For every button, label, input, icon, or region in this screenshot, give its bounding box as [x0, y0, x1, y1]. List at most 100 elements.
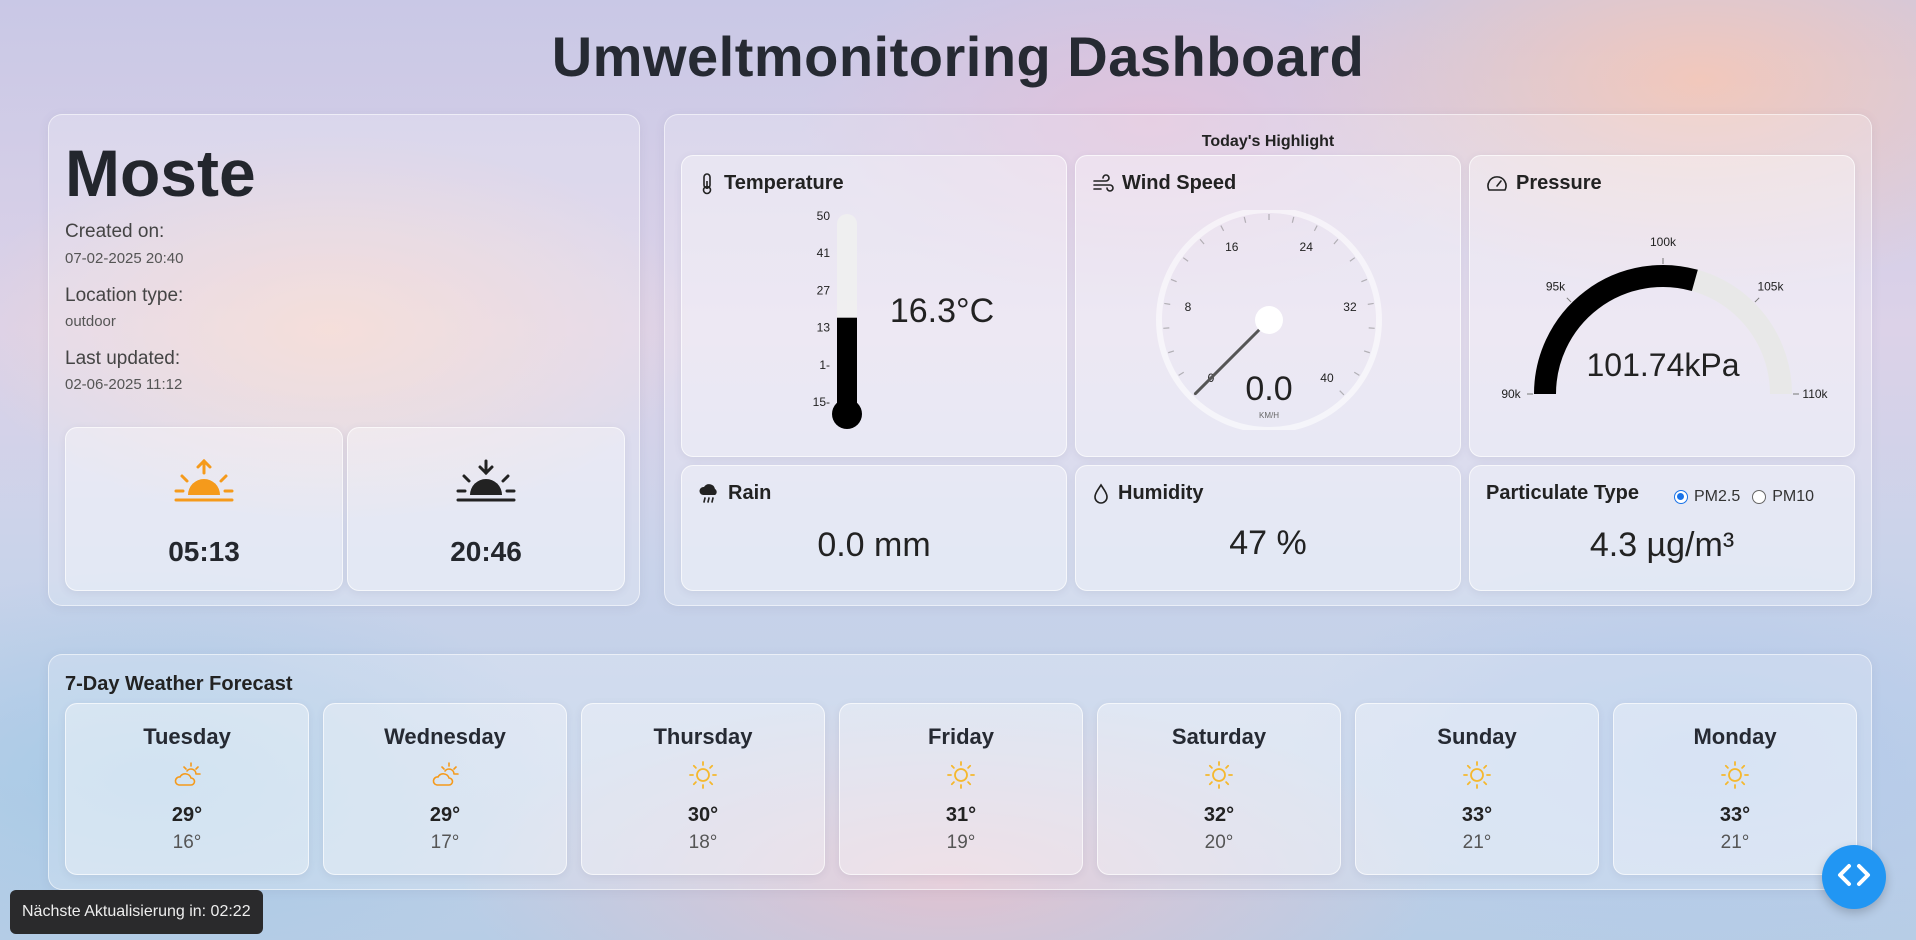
pressure-gauge: 90k 95k 100k 105k 110k 101.74kPa	[1501, 235, 1828, 401]
temperature-value: 16.3°C	[889, 292, 995, 330]
rain-value: 0.0 mm	[817, 526, 931, 564]
wind-dial-label: 32	[1343, 300, 1357, 314]
forecast-day-card: Thursday 30° 18°	[581, 703, 825, 875]
sun-icon	[946, 760, 976, 795]
wind-dial-label: 40	[1320, 371, 1334, 385]
wind-dial-tick	[1164, 302, 1171, 305]
pm25-radio[interactable]	[1674, 490, 1688, 504]
forecast-day-card: Wednesday 29° 17°	[323, 703, 567, 875]
location-type-label: Location type:	[65, 285, 184, 306]
wind-dial-tick	[1243, 216, 1247, 223]
pressure-tick	[1566, 297, 1572, 303]
forecast-low: 21°	[1720, 832, 1750, 853]
code-toggle-button[interactable]	[1822, 845, 1886, 909]
wind-unit: KM/H	[1259, 411, 1279, 420]
wind-speed-dial: 0816243240 0.0 KM/H	[1156, 210, 1382, 430]
humidity-card: Humidity 47 %	[1075, 465, 1461, 591]
wind-dial-tick	[1363, 350, 1370, 354]
wind-dial-tick	[1367, 302, 1374, 305]
sunset-icon	[456, 458, 516, 509]
location-name: Moste	[65, 136, 256, 210]
pm25-label[interactable]: PM2.5	[1694, 488, 1740, 506]
sun-icon	[1204, 760, 1234, 795]
wind-label: Wind Speed	[1122, 172, 1237, 194]
pressure-tick	[1754, 297, 1760, 303]
sun-icon	[688, 760, 718, 795]
forecast-low: 17°	[430, 832, 460, 853]
sunset-card: 20:46	[347, 427, 625, 591]
thermometer-scale-label: 41	[817, 246, 831, 260]
wind-dial-tick	[1220, 225, 1225, 232]
pressure-card: Pressure 90k 95k 100k 105k 110k 101.74kPa	[1469, 155, 1855, 457]
refresh-countdown: Nächste Aktualisierung in: 02:22	[10, 890, 263, 934]
thermometer-scale-label: 50	[817, 209, 831, 223]
location-type-value: outdoor	[65, 313, 116, 330]
wind-dial-tick	[1182, 257, 1189, 262]
partly-cloudy-icon	[430, 760, 460, 795]
code-icon	[1836, 862, 1872, 893]
forecast-day-card: Sunday 33° 21°	[1355, 703, 1599, 875]
forecast-high: 30°	[687, 804, 719, 826]
wind-dial-tick	[1291, 216, 1295, 223]
pressure-tick-label: 95k	[1546, 280, 1566, 294]
partly-cloudy-icon	[172, 760, 202, 795]
location-panel: Moste Created on: 07-02-2025 20:40 Locat…	[48, 114, 640, 606]
humidity-label: Humidity	[1118, 482, 1204, 504]
created-label: Created on:	[65, 221, 165, 242]
particulate-label: Particulate Type	[1486, 482, 1640, 504]
thermometer-icon	[698, 172, 716, 195]
forecast-day-card: Monday 33° 21°	[1613, 703, 1857, 875]
highlight-title: Today's Highlight	[1201, 133, 1335, 150]
wind-dial-label: 8	[1185, 300, 1192, 314]
sunset-time: 20:46	[450, 536, 522, 567]
forecast-high: 32°	[1203, 804, 1235, 826]
humidity-value: 47 %	[1229, 524, 1307, 562]
particulate-value: 4.3 µg/m³	[1589, 526, 1735, 564]
rain-cloud-icon	[698, 483, 720, 505]
forecast-high: 33°	[1461, 804, 1493, 826]
forecast-day-name: Friday	[927, 724, 995, 749]
forecast-panel: 7-Day Weather Forecast Tuesday 29° 16° Wedn…	[48, 654, 1872, 890]
forecast-high: 29°	[429, 804, 461, 826]
thermometer-scale-label: 27	[817, 283, 831, 297]
pressure-label: Pressure	[1516, 172, 1602, 194]
wind-dial-label: 16	[1225, 240, 1239, 254]
thermometer-scale-label: 1-	[819, 358, 830, 372]
wind-dial-tick	[1168, 350, 1175, 354]
forecast-day-name: Monday	[1693, 724, 1777, 749]
forecast-low: 18°	[688, 832, 718, 853]
wind-dial-tick	[1339, 390, 1345, 396]
particulate-type-selector: PM2.5 PM10	[1674, 488, 1814, 506]
last-updated-value: 02-06-2025 11:12	[65, 376, 183, 393]
pm10-radio[interactable]	[1752, 490, 1767, 504]
wind-icon	[1092, 173, 1114, 194]
wind-card: Wind Speed 0816243240 0.0 KM/H	[1075, 155, 1461, 457]
thermometer-scale-label: 15-	[813, 395, 830, 409]
wind-dial-tick	[1361, 278, 1368, 283]
thermometer-scale-label: 13	[817, 321, 831, 335]
pm10-label[interactable]: PM10	[1772, 488, 1814, 506]
temperature-label: Temperature	[724, 172, 844, 194]
forecast-day-name: Tuesday	[143, 724, 231, 749]
wind-dial-tick	[1313, 225, 1318, 232]
forecast-day-name: Sunday	[1437, 724, 1517, 749]
forecast-low: 16°	[172, 832, 202, 853]
pressure-tick-label: 100k	[1650, 235, 1677, 249]
pressure-tick-label: 110k	[1802, 387, 1828, 401]
sunrise-card: 05:13	[65, 427, 343, 591]
forecast-day-name: Thursday	[653, 724, 753, 749]
sunrise-time: 05:13	[168, 536, 240, 567]
wind-dial-tick	[1353, 371, 1360, 376]
rain-card: Rain 0.0 mm	[681, 465, 1067, 591]
sun-icon	[1462, 760, 1492, 795]
created-value: 07-02-2025 20:40	[65, 250, 184, 267]
pressure-tick-label: 105k	[1757, 280, 1784, 294]
wind-dial-label: 24	[1300, 240, 1314, 254]
forecast-day-name: Wednesday	[384, 724, 506, 749]
forecast-high: 29°	[171, 804, 203, 826]
sun-icon	[1720, 760, 1750, 795]
forecast-day-card: Friday 31° 19°	[839, 703, 1083, 875]
droplet-icon	[1092, 483, 1110, 505]
wind-dial-tick	[1178, 371, 1185, 376]
pressure-tick-label: 90k	[1501, 387, 1521, 401]
